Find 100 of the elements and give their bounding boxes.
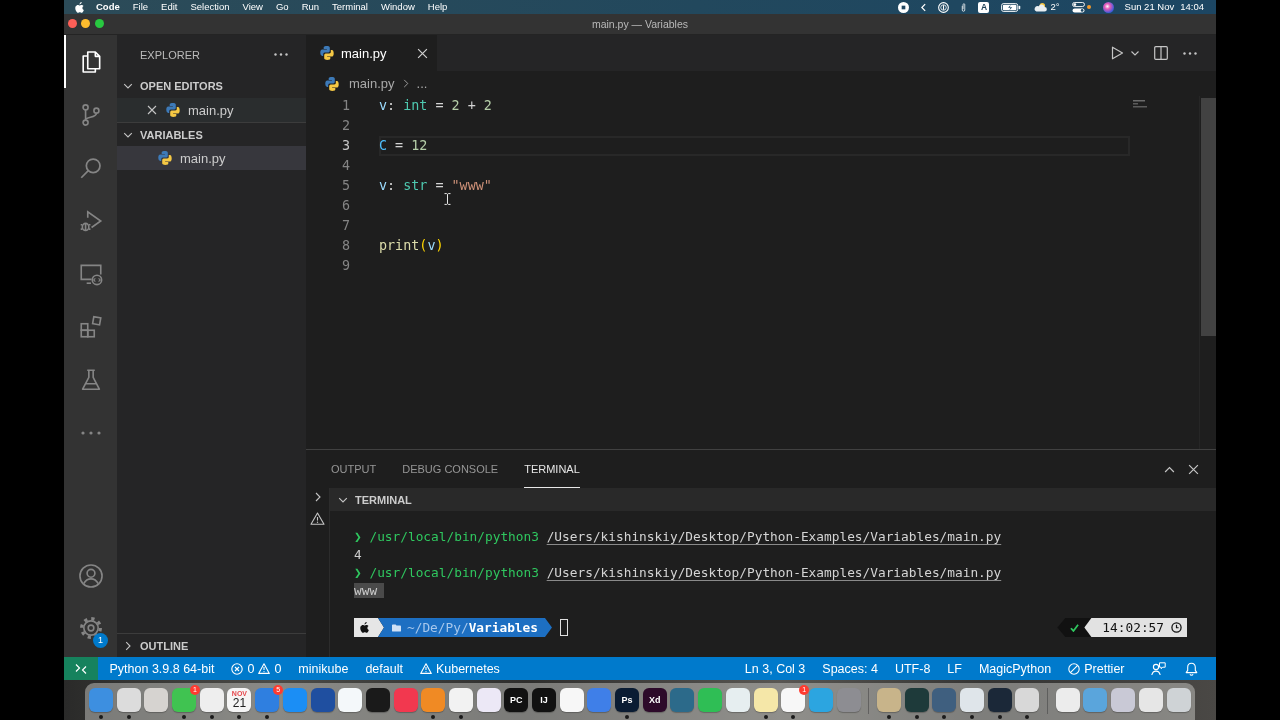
- python-icon: [166, 103, 180, 117]
- status-bar-item[interactable]: UTF-8: [886, 657, 939, 680]
- line-number: 3: [340, 137, 350, 155]
- more-icon[interactable]: [274, 53, 288, 56]
- warning-icon[interactable]: [310, 512, 325, 525]
- window-zoom-icon[interactable]: [94, 19, 104, 28]
- app-icon[interactable]: Ps: [615, 688, 640, 712]
- menu-bar-clock[interactable]: 14:04: [1180, 0, 1204, 14]
- app-icon[interactable]: [987, 688, 1012, 712]
- line-number: 7: [340, 217, 350, 235]
- folder-icon: [392, 623, 401, 632]
- app-icon[interactable]: [310, 688, 335, 712]
- status-bar-item[interactable]: MagicPython: [970, 657, 1060, 680]
- menu-item[interactable]: Window: [374, 0, 422, 14]
- battery-charging-icon[interactable]: [1001, 2, 1022, 12]
- record-stop-icon[interactable]: [898, 1, 910, 13]
- window-close-icon[interactable]: [67, 19, 77, 28]
- menu-item[interactable]: Code: [89, 0, 127, 14]
- chevron-left-icon[interactable]: [921, 2, 927, 12]
- app-icon[interactable]: Xd: [642, 688, 667, 712]
- close-icon[interactable]: [1188, 463, 1199, 475]
- panel-tab[interactable]: OUTPUT: [331, 450, 377, 488]
- app-icon[interactable]: [1138, 688, 1163, 712]
- line-number: 5: [340, 177, 350, 195]
- status-bar-item[interactable]: Prettier: [1059, 657, 1133, 680]
- more-icon[interactable]: [1183, 51, 1197, 55]
- close-icon[interactable]: [417, 47, 428, 59]
- temperature[interactable]: 2°: [1050, 0, 1060, 14]
- feedback-icon[interactable]: [1151, 661, 1166, 676]
- cloud-sun-icon[interactable]: [1033, 2, 1049, 12]
- app-icon[interactable]: [199, 688, 224, 712]
- menu-item[interactable]: Selection: [183, 0, 237, 14]
- panel-tab[interactable]: DEBUG CONSOLE: [402, 450, 499, 488]
- status-bar-item[interactable]: minikube: [289, 657, 357, 680]
- app-icon[interactable]: [365, 688, 390, 712]
- app-icon[interactable]: [753, 688, 778, 712]
- menu-bar-date[interactable]: Sun 21 Nov: [1124, 0, 1175, 14]
- app-icon[interactable]: IJ: [532, 688, 556, 712]
- clock-icon: [1171, 622, 1182, 633]
- app-icon[interactable]: [781, 688, 806, 712]
- app-icon[interactable]: [1111, 688, 1136, 712]
- run-icon[interactable]: [1111, 46, 1124, 60]
- close-icon[interactable]: [147, 105, 157, 115]
- orb-icon[interactable]: [1102, 1, 1114, 13]
- caret-icon[interactable]: [1131, 50, 1139, 56]
- status-bar-item[interactable]: 0 0: [222, 657, 290, 680]
- menu-item[interactable]: File: [126, 0, 155, 14]
- keyhole-circle-icon[interactable]: [938, 1, 950, 13]
- app-icon[interactable]: [338, 688, 363, 712]
- app-icon[interactable]: [1166, 688, 1191, 712]
- app-icon[interactable]: [144, 688, 169, 712]
- terminal-section-header[interactable]: TERMINAL: [330, 488, 1216, 511]
- app-icon[interactable]: [960, 688, 984, 712]
- window-minimize-icon[interactable]: [81, 19, 90, 28]
- menu-item[interactable]: Help: [421, 0, 454, 14]
- paperclip-icon[interactable]: [961, 1, 967, 13]
- explorer-entry[interactable]: main.py: [117, 146, 306, 170]
- status-bar-item[interactable]: default: [356, 657, 412, 680]
- menu-item[interactable]: Run: [295, 0, 326, 14]
- app-icon[interactable]: [559, 688, 584, 712]
- more-icon: [80, 430, 101, 435]
- code-line: v: str = "www": [379, 177, 492, 195]
- section-header[interactable]: OPEN EDITORS: [117, 74, 306, 98]
- i-beam-cursor-icon: [444, 193, 451, 205]
- status-bar-item[interactable]: Ln 3, Col 3: [736, 657, 814, 680]
- status-bar-item[interactable]: Python 3.9.8 64-bit: [101, 657, 223, 680]
- app-icon[interactable]: [1015, 688, 1040, 712]
- notification-count: 1: [93, 633, 108, 648]
- bell-icon[interactable]: [1185, 661, 1198, 676]
- chevron-right-icon[interactable]: [314, 492, 321, 502]
- apple-icon[interactable]: [75, 1, 84, 13]
- editor-tab[interactable]: main.py: [306, 35, 437, 71]
- remote-indicator[interactable]: [64, 657, 98, 680]
- terminal-cursor: [560, 619, 568, 636]
- control-center-icon[interactable]: [1071, 1, 1085, 13]
- app-icon[interactable]: [476, 688, 501, 712]
- chevron-up-icon[interactable]: [1164, 465, 1175, 473]
- status-bar-item[interactable]: Kubernetes: [411, 657, 509, 680]
- prompt-path: ~/De/Py/Variables: [407, 619, 538, 637]
- split-editor-icon[interactable]: [1154, 46, 1168, 60]
- breadcrumb-item[interactable]: main.py: [349, 75, 395, 92]
- minimap-drawing[interactable]: [1133, 100, 1147, 108]
- input-source-indicator[interactable]: A: [978, 1, 990, 13]
- menu-item[interactable]: Go: [269, 0, 296, 14]
- explorer-entry[interactable]: main.py: [117, 98, 306, 122]
- app-icon[interactable]: [116, 688, 141, 712]
- menu-item[interactable]: View: [236, 0, 270, 14]
- menu-item[interactable]: Edit: [154, 0, 184, 14]
- app-icon[interactable]: [904, 688, 929, 712]
- scrollbar-thumb[interactable]: [1201, 98, 1216, 336]
- activity-button[interactable]: 1: [64, 602, 117, 654]
- menu-item[interactable]: Terminal: [325, 0, 375, 14]
- line-number: 6: [340, 197, 350, 215]
- breadcrumb-item[interactable]: ...: [416, 75, 428, 92]
- app-icon[interactable]: PC: [504, 688, 529, 712]
- app-icon[interactable]: [448, 688, 473, 712]
- app-icon[interactable]: [725, 688, 750, 712]
- status-bar-item[interactable]: Spaces: 4: [813, 657, 887, 680]
- app-icon[interactable]: [1055, 688, 1080, 712]
- status-bar-item[interactable]: LF: [938, 657, 971, 680]
